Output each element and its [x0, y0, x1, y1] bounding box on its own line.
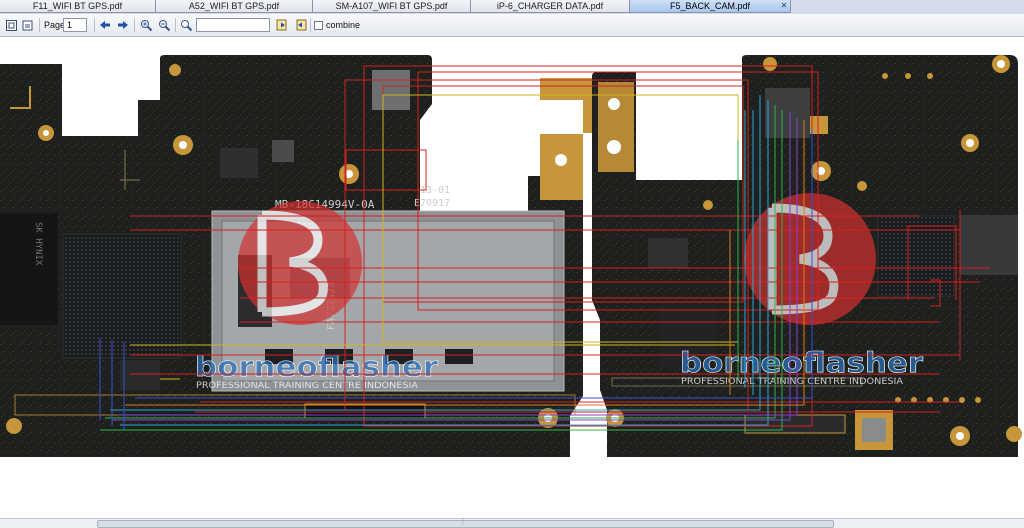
- close-tab-icon[interactable]: ✕: [780, 2, 788, 10]
- page-number-input[interactable]: [63, 18, 87, 32]
- zoom-in-icon[interactable]: [138, 17, 154, 33]
- tab-label: SM-A107_WIFI BT GPS.pdf: [335, 1, 448, 11]
- fit-page-icon[interactable]: [3, 17, 19, 33]
- watermark-logo-left: [238, 201, 362, 325]
- left-board-code: E70917: [414, 198, 450, 209]
- previous-page-icon[interactable]: [97, 17, 113, 33]
- find-next-icon[interactable]: [292, 17, 308, 33]
- combine-checkbox[interactable]: [314, 21, 323, 30]
- combine-label: combine: [326, 20, 361, 30]
- zoom-out-icon[interactable]: [156, 17, 172, 33]
- page-label: Page: [44, 20, 66, 30]
- find-previous-icon[interactable]: [274, 17, 290, 33]
- rotate-page-icon[interactable]: [20, 17, 36, 33]
- tab-sm-a107-wifi-bt-gps[interactable]: SM-A107_WIFI BT GPS.pdf: [313, 0, 471, 13]
- watermark-tagline-left: PROFESSIONAL TRAINING CENTRE INDONESIA: [196, 381, 419, 391]
- pcb-boardview-image: MB-18C14994V-0A 13-01 E70917 SK HYNIX FA…: [0, 55, 1022, 457]
- document-viewport[interactable]: MB-18C14994V-0A 13-01 E70917 SK HYNIX FA…: [0, 37, 1024, 518]
- tab-ip6-charger-data[interactable]: iP-6_CHARGER DATA.pdf: [471, 0, 630, 13]
- tab-f5-back-cam[interactable]: F5_BACK_CAM.pdf ✕: [630, 0, 791, 13]
- tab-a52-wifi-bt-gps[interactable]: A52_WIFI BT GPS.pdf: [156, 0, 313, 13]
- tab-label: F5_BACK_CAM.pdf: [669, 1, 751, 11]
- left-board-chip-mark: SK HYNIX: [33, 222, 43, 266]
- watermark-tagline-right: PROFESSIONAL TRAINING CENTRE INDONESIA: [681, 377, 904, 387]
- watermark-logo-right: [744, 193, 876, 325]
- main-toolbar: Page combine: [0, 14, 1024, 37]
- search-input[interactable]: [196, 18, 270, 32]
- tab-label: iP-6_CHARGER DATA.pdf: [496, 1, 604, 11]
- tab-label: F11_WIFI BT GPS.pdf: [32, 1, 123, 11]
- tab-f11-wifi-bt-gps[interactable]: F11_WIFI BT GPS.pdf: [0, 0, 156, 13]
- tab-label: A52_WIFI BT GPS.pdf: [188, 1, 280, 11]
- next-page-icon[interactable]: [115, 17, 131, 33]
- document-tab-bar: F11_WIFI BT GPS.pdf A52_WIFI BT GPS.pdf …: [0, 0, 1024, 15]
- search-icon[interactable]: [178, 17, 194, 33]
- scroll-grip-icon: ⋮: [460, 519, 466, 525]
